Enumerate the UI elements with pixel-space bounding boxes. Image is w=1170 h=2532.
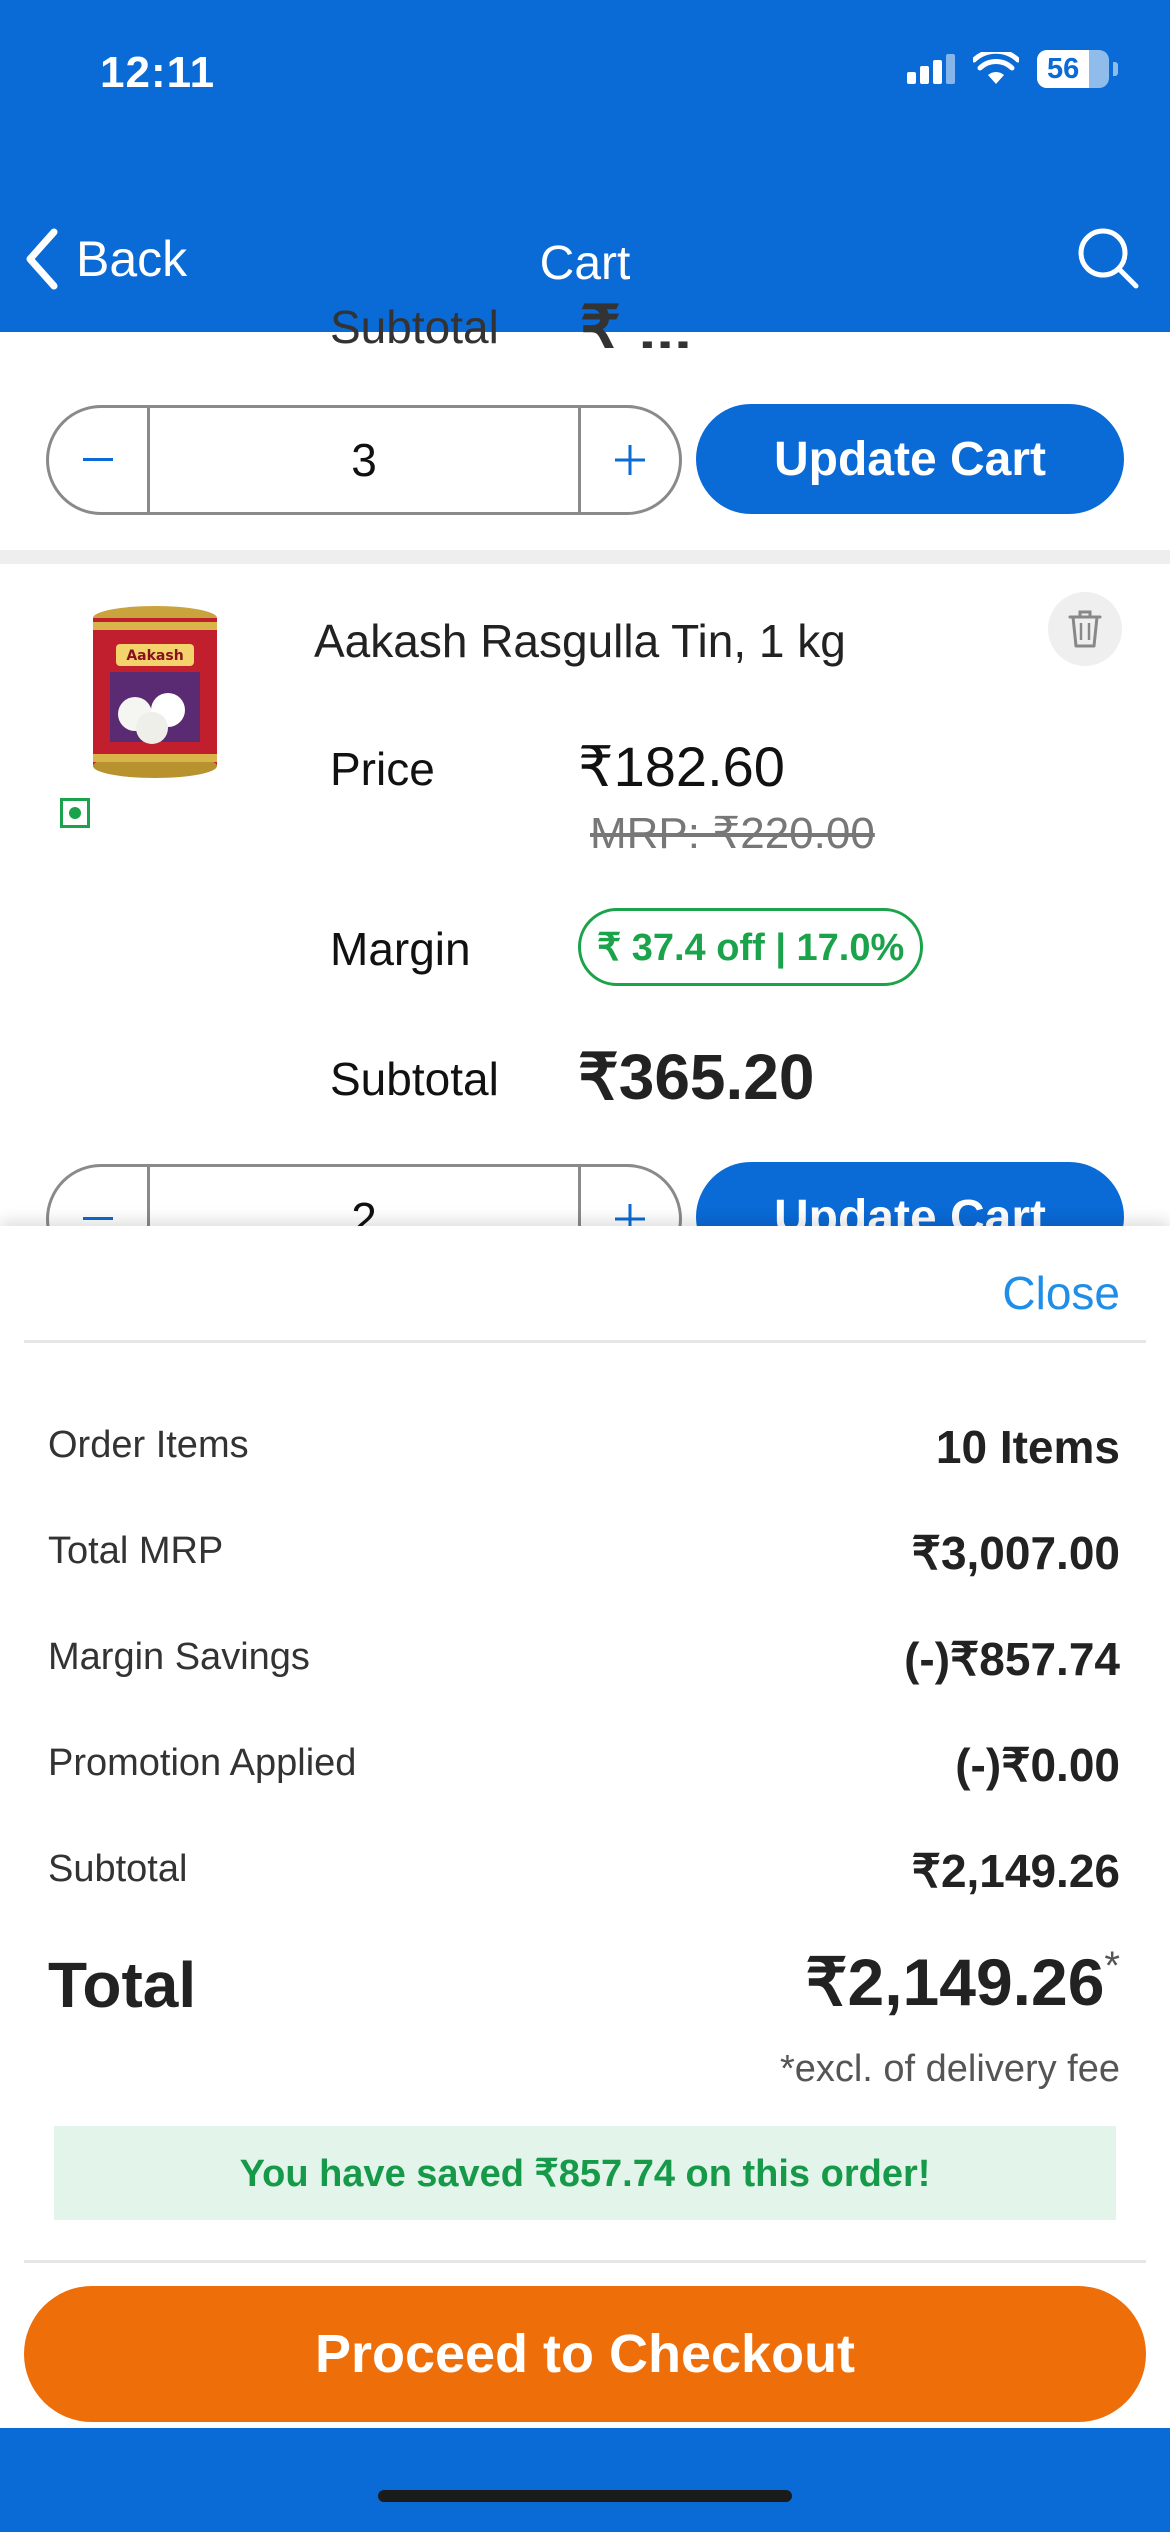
cellular-signal-icon: [907, 54, 955, 84]
top-app-bar: 12:11 56 Back Cart: [0, 0, 1170, 332]
margin-label: Margin: [330, 923, 471, 975]
svg-text:Aakash: Aakash: [126, 648, 183, 664]
product-image: Aakash: [93, 606, 217, 778]
subtotal-value: ₹ ...: [580, 300, 692, 348]
subtotal-value: ₹2,149.26: [911, 1845, 1120, 1897]
order-summary-sheet: Close Order Items 10 Items Total MRP ₹3,…: [0, 1226, 1170, 2426]
delete-item-button[interactable]: [1048, 592, 1122, 666]
subtotal-label: Subtotal: [330, 1053, 499, 1105]
battery-level: 56: [1047, 52, 1080, 85]
trash-icon: [1068, 610, 1102, 648]
update-cart-button[interactable]: Update Cart: [696, 404, 1124, 514]
total-label: Total: [48, 1949, 197, 2021]
order-items-label: Order Items: [48, 1424, 249, 1466]
delivery-fee-note: *excl. of delivery fee: [779, 2048, 1120, 2090]
quantity-field[interactable]: 3: [147, 408, 581, 512]
sheet-divider: [24, 2260, 1146, 2263]
close-button[interactable]: Close: [1002, 1266, 1120, 1320]
plus-icon: [615, 445, 645, 475]
item-divider: [0, 550, 1170, 564]
subtotal-label: Subtotal: [330, 301, 499, 348]
margin-badge: ₹ 37.4 off | 17.0%: [578, 908, 924, 986]
order-items-value: 10 Items: [935, 1421, 1120, 1473]
veg-indicator-icon: [60, 798, 90, 828]
margin-savings-label: Margin Savings: [48, 1636, 310, 1678]
bottom-bar: [0, 2428, 1170, 2532]
price-label: Price: [330, 743, 435, 795]
total-value: ₹2,149.26*: [806, 1944, 1120, 2021]
subtotal-value: ₹365.20: [578, 1041, 815, 1113]
proceed-to-checkout-button[interactable]: Proceed to Checkout: [24, 2286, 1146, 2422]
total-mrp-label: Total MRP: [48, 1530, 224, 1572]
subtotal-label: Subtotal: [48, 1848, 188, 1890]
total-mrp-value: ₹3,007.00: [911, 1527, 1120, 1579]
quantity-stepper[interactable]: 3: [46, 405, 682, 515]
promotion-label: Promotion Applied: [48, 1742, 357, 1784]
page-title: Cart: [539, 237, 631, 290]
total-asterisk: *: [1104, 1944, 1120, 1988]
minus-icon: [83, 1217, 113, 1220]
minus-icon: [83, 458, 113, 461]
mrp-value: MRP: ₹220.00: [590, 809, 875, 858]
home-indicator: [378, 2490, 792, 2502]
total-amount: ₹2,149.26: [805, 1945, 1105, 2019]
search-icon: [1078, 228, 1139, 289]
decrement-button[interactable]: [49, 408, 147, 512]
savings-banner: You have saved ₹857.74 on this order!: [54, 2126, 1116, 2220]
status-time: 12:11: [100, 48, 216, 97]
cart-item-subtotal-partial: Subtotal ₹ ...: [0, 300, 1170, 348]
search-button[interactable]: [1076, 226, 1140, 295]
price-value: ₹182.60: [578, 735, 785, 798]
promotion-value: (-)₹0.00: [955, 1739, 1120, 1791]
margin-savings-value: (-)₹857.74: [904, 1633, 1120, 1685]
product-title: Aakash Rasgulla Tin, 1 kg: [314, 615, 846, 667]
status-icons: 56: [907, 50, 1118, 88]
sheet-divider: [24, 1340, 1146, 1343]
battery-icon: 56: [1037, 50, 1109, 88]
wifi-icon: [973, 52, 1019, 84]
increment-button[interactable]: [581, 408, 679, 512]
